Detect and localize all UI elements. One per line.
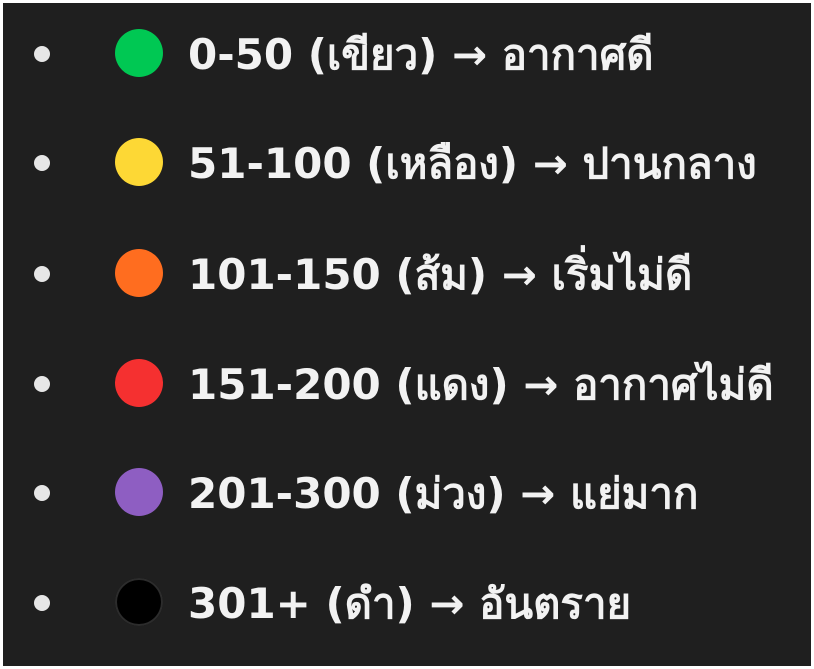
legend-item-hazardous: 301+ (ดำ) → อันตราย <box>3 574 811 634</box>
black-circle-icon <box>115 578 163 626</box>
legend-item-very-unhealthy: 201-300 (ม่วง) → แย่มาก <box>3 464 811 524</box>
legend-label-unhealthy-sensitive: 101-150 (ส้ม) → เริ่มไม่ดี <box>188 250 693 299</box>
legend-item-good: 0-50 (เขียว) → อากาศดี <box>3 25 811 85</box>
yellow-circle-icon <box>115 138 163 186</box>
legend-label-very-unhealthy: 201-300 (ม่วง) → แย่มาก <box>188 469 699 518</box>
bullet-icon <box>34 46 50 62</box>
bullet-icon <box>34 376 50 392</box>
legend-label-good: 0-50 (เขียว) → อากาศดี <box>188 30 654 79</box>
green-circle-icon <box>115 29 163 77</box>
aqi-legend-panel: 0-50 (เขียว) → อากาศดี 51-100 (เหลือง) →… <box>3 3 811 666</box>
legend-item-unhealthy: 151-200 (แดง) → อากาศไม่ดี <box>3 355 811 415</box>
red-circle-icon <box>115 359 163 407</box>
legend-label-moderate: 51-100 (เหลือง) → ปานกลาง <box>188 139 757 188</box>
orange-circle-icon <box>115 249 163 297</box>
legend-label-hazardous: 301+ (ดำ) → อันตราย <box>188 579 632 628</box>
bullet-icon <box>34 485 50 501</box>
bullet-icon <box>34 595 50 611</box>
bullet-icon <box>34 155 50 171</box>
purple-circle-icon <box>115 468 163 516</box>
legend-item-unhealthy-sensitive: 101-150 (ส้ม) → เริ่มไม่ดี <box>3 245 811 305</box>
bullet-icon <box>34 266 50 282</box>
legend-item-moderate: 51-100 (เหลือง) → ปานกลาง <box>3 134 811 194</box>
legend-label-unhealthy: 151-200 (แดง) → อากาศไม่ดี <box>188 360 774 409</box>
